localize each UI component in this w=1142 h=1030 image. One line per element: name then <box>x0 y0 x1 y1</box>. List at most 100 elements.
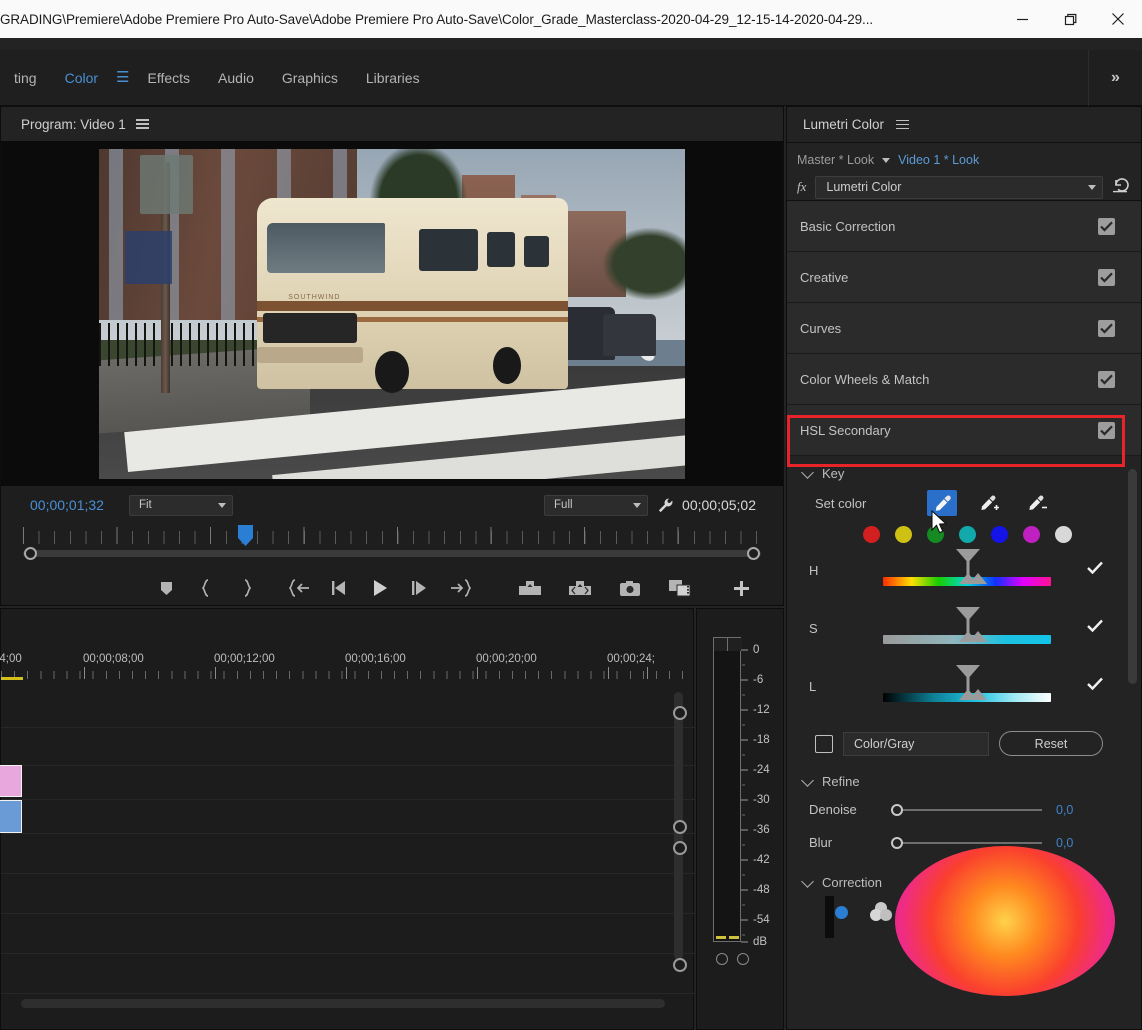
master-look-label[interactable]: Master * Look <box>797 153 874 167</box>
timeline-horizontal-scrollbar[interactable] <box>21 999 665 1008</box>
blur-value[interactable]: 0,0 <box>1056 836 1073 850</box>
timeline-tracks[interactable] <box>1 680 695 1030</box>
workspace-tab-libraries[interactable]: Libraries <box>352 50 434 106</box>
chevron-down-icon[interactable] <box>801 466 814 479</box>
swatch-yellow[interactable] <box>895 526 912 543</box>
play-stop-button[interactable] <box>360 569 400 607</box>
correction-color-wheel[interactable] <box>895 846 1115 996</box>
key-group-header[interactable]: Key <box>787 456 1141 485</box>
luma-handle-right[interactable] <box>969 689 987 700</box>
section-color-wheels-match[interactable]: Color Wheels & Match <box>787 354 1141 405</box>
workspace-tab-editing[interactable]: ting <box>0 50 51 106</box>
go-to-in-button[interactable] <box>280 569 320 607</box>
lumetri-vertical-scrollbar[interactable] <box>1128 469 1137 684</box>
chevron-down-icon[interactable] <box>801 774 814 787</box>
settings-wrench-button[interactable] <box>648 497 682 514</box>
workspace-tab-audio[interactable]: Audio <box>204 50 268 106</box>
chevron-down-icon[interactable] <box>882 158 890 163</box>
button-editor-button[interactable] <box>721 569 761 607</box>
saturation-enable-checkbox[interactable] <box>1087 619 1103 638</box>
audio-meter-track[interactable] <box>713 637 741 942</box>
swatch-red[interactable] <box>863 526 880 543</box>
section-hsl-secondary[interactable]: HSL Secondary <box>787 405 1141 456</box>
correction-slider-bar[interactable] <box>825 896 834 938</box>
section-creative[interactable]: Creative <box>787 252 1141 303</box>
audio-clip-indicator[interactable] <box>714 638 742 651</box>
restore-button[interactable] <box>1046 0 1094 38</box>
timeline-track-row[interactable] <box>1 834 695 874</box>
mark-in-button[interactable] <box>186 569 226 607</box>
scrubber-handle-left[interactable] <box>24 547 37 560</box>
scroll-knob-mid-2[interactable] <box>673 841 687 855</box>
step-forward-button[interactable] <box>400 569 440 607</box>
timeline-clip-pink[interactable] <box>0 765 22 797</box>
eyedropper-subtract-icon[interactable] <box>1023 490 1053 516</box>
chevron-down-icon[interactable] <box>801 875 814 888</box>
blur-knob[interactable] <box>891 837 903 849</box>
program-video-area[interactable]: P SOUTHWIND <box>1 141 783 486</box>
lumetri-menu-icon[interactable] <box>896 120 909 130</box>
swatch-magenta[interactable] <box>1023 526 1040 543</box>
timeline-clip-blue[interactable] <box>0 800 22 833</box>
swatch-white[interactable] <box>1055 526 1072 543</box>
workspace-tab-graphics[interactable]: Graphics <box>268 50 352 106</box>
key-reset-button[interactable]: Reset <box>999 731 1103 756</box>
minimize-button[interactable] <box>998 0 1046 38</box>
three-wheels-icon[interactable] <box>870 902 892 922</box>
hue-handle-right[interactable] <box>969 573 987 584</box>
resolution-select[interactable]: Full <box>544 495 648 516</box>
scrubber-bar[interactable] <box>23 550 761 557</box>
swatch-green[interactable] <box>927 526 944 543</box>
timeline-panel[interactable]: 04;00 00;00;08;00 00;00;12;00 00;00;16;0… <box>0 608 694 1030</box>
section-checkbox[interactable] <box>1098 320 1115 337</box>
program-monitor-menu-icon[interactable] <box>136 119 149 129</box>
scrubber-handle-right[interactable] <box>747 547 760 560</box>
workspace-tab-effects[interactable]: Effects <box>134 50 205 106</box>
workspace-overflow-button[interactable]: » <box>1088 50 1142 106</box>
zoom-level-select[interactable]: Fit <box>129 495 233 516</box>
timeline-track-row[interactable] <box>1 680 695 728</box>
solo-button[interactable] <box>716 953 728 965</box>
luma-enable-checkbox[interactable] <box>1087 677 1103 696</box>
mark-out-button[interactable] <box>226 569 266 607</box>
section-checkbox[interactable] <box>1098 371 1115 388</box>
lift-button[interactable] <box>510 569 550 607</box>
hue-enable-checkbox[interactable] <box>1087 561 1103 580</box>
comparison-view-button[interactable] <box>660 569 700 607</box>
step-back-button[interactable] <box>320 569 360 607</box>
extract-button[interactable] <box>560 569 600 607</box>
workspace-menu-icon[interactable]: ☰ <box>112 50 133 106</box>
refine-group-header[interactable]: Refine <box>787 764 1141 793</box>
denoise-value[interactable]: 0,0 <box>1056 803 1073 817</box>
export-frame-button[interactable] <box>610 569 650 607</box>
denoise-knob[interactable] <box>891 804 903 816</box>
effect-select[interactable]: Lumetri Color <box>815 176 1103 199</box>
scroll-knob-bottom[interactable] <box>673 958 687 972</box>
section-checkbox[interactable] <box>1098 269 1115 286</box>
eyedropper-select-icon[interactable] <box>927 490 957 516</box>
timeline-track-row[interactable] <box>1 914 695 954</box>
current-timecode[interactable]: 00;00;01;32 <box>30 497 104 513</box>
section-checkbox[interactable] <box>1098 218 1115 235</box>
color-gray-checkbox[interactable] <box>815 735 833 753</box>
scroll-knob-mid-1[interactable] <box>673 820 687 834</box>
program-scrubber[interactable] <box>1 525 783 567</box>
close-button[interactable] <box>1094 0 1142 38</box>
timeline-track-row[interactable] <box>1 800 695 834</box>
timeline-ruler[interactable]: 04;00 00;00;08;00 00;00;12;00 00;00;16;0… <box>1 653 695 679</box>
workspace-tab-color[interactable]: Color <box>51 50 112 106</box>
eyedropper-add-icon[interactable] <box>975 490 1005 516</box>
section-checkbox[interactable] <box>1098 422 1115 439</box>
timeline-track-row[interactable] <box>1 874 695 914</box>
color-gray-field[interactable]: Color/Gray <box>843 732 989 756</box>
timeline-track-row[interactable] <box>1 728 695 766</box>
denoise-slider[interactable] <box>897 809 1042 811</box>
swatch-cyan[interactable] <box>959 526 976 543</box>
mute-button[interactable] <box>737 953 749 965</box>
swatch-blue[interactable] <box>991 526 1008 543</box>
go-to-out-button[interactable] <box>440 569 480 607</box>
reset-effect-icon[interactable] <box>1112 176 1131 198</box>
clip-look-link[interactable]: Video 1 * Look <box>898 153 979 167</box>
timeline-track-row[interactable] <box>1 766 695 800</box>
section-basic-correction[interactable]: Basic Correction <box>787 201 1141 252</box>
